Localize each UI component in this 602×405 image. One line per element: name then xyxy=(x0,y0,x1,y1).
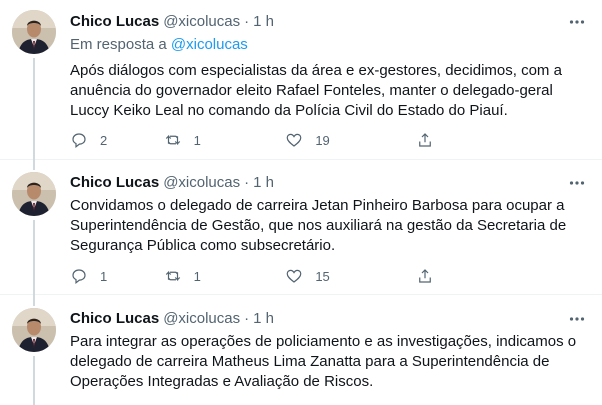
more-dots-icon[interactable] xyxy=(566,308,588,330)
retweet-count: 1 xyxy=(193,132,201,148)
share-button[interactable] xyxy=(416,266,510,286)
tweet-2[interactable]: Chico Lucas @xicolucas · 1 h Convidamos … xyxy=(0,160,602,295)
reply-handle-link[interactable]: @xicolucas xyxy=(171,36,248,53)
share-button[interactable] xyxy=(416,130,510,150)
tweet-header: Chico Lucas @xicolucas · 1 h xyxy=(70,308,588,330)
user-handle[interactable]: @xicolucas xyxy=(163,11,240,33)
thread-line xyxy=(33,160,35,170)
display-name[interactable]: Chico Lucas xyxy=(70,308,159,330)
retweet-icon xyxy=(165,270,180,282)
timestamp[interactable]: 1 h xyxy=(253,308,274,330)
retweet-button[interactable]: 1 xyxy=(164,130,286,150)
tweet-actions: 2 1 19 xyxy=(70,130,510,150)
like-count: 19 xyxy=(315,132,330,148)
reply-count: 2 xyxy=(100,132,108,148)
reply-context: Em resposta a @xicolucas xyxy=(70,35,588,55)
tweet-3[interactable]: Chico Lucas @xicolucas · 1 h Para integr… xyxy=(0,295,602,405)
retweet-button[interactable]: 1 xyxy=(164,266,286,286)
reply-button[interactable]: 2 xyxy=(70,130,164,150)
like-count: 15 xyxy=(315,268,330,284)
tweet-text: Após diálogos com especialistas da área … xyxy=(70,62,567,119)
avatar[interactable] xyxy=(12,172,56,216)
timestamp[interactable]: 1 h xyxy=(253,172,274,194)
separator-dot: · xyxy=(244,174,250,191)
heart-icon xyxy=(286,269,302,283)
like-button[interactable]: 19 xyxy=(285,130,416,150)
reply-button[interactable]: 1 xyxy=(70,266,164,286)
tweet-actions: 1 1 15 xyxy=(70,266,510,286)
tweet-1[interactable]: Chico Lucas @xicolucas · 1 h Em resposta… xyxy=(0,0,602,170)
retweet-icon xyxy=(165,134,180,146)
thread-line xyxy=(33,356,35,405)
tweet-header: Chico Lucas @xicolucas · 1 h xyxy=(70,11,588,33)
tweet-header: Chico Lucas @xicolucas · 1 h xyxy=(70,172,588,194)
tweet-text: Para integrar as operações de policiamen… xyxy=(70,333,581,390)
thread-line xyxy=(33,220,35,295)
display-name[interactable]: Chico Lucas xyxy=(70,11,159,33)
reply-bubble-icon xyxy=(72,269,86,284)
timestamp[interactable]: 1 h xyxy=(253,11,274,33)
user-handle[interactable]: @xicolucas xyxy=(163,172,240,194)
avatar[interactable] xyxy=(12,308,56,352)
thread-line xyxy=(33,58,35,170)
reply-prefix: Em resposta a xyxy=(70,36,171,53)
reply-count: 1 xyxy=(100,268,108,284)
retweet-count: 1 xyxy=(193,268,201,284)
separator-dot: · xyxy=(244,13,250,30)
like-button[interactable]: 15 xyxy=(285,266,416,286)
more-dots-icon[interactable] xyxy=(566,11,588,33)
thread-line xyxy=(33,295,35,306)
more-dots-icon[interactable] xyxy=(566,172,588,194)
heart-icon xyxy=(286,133,302,147)
separator-dot: · xyxy=(244,310,250,327)
reply-bubble-icon xyxy=(72,133,86,148)
share-upload-icon xyxy=(419,133,432,147)
tweet-text: Convidamos o delegado de carreira Jetan … xyxy=(70,197,571,254)
share-upload-icon xyxy=(419,269,432,283)
user-handle[interactable]: @xicolucas xyxy=(163,308,240,330)
display-name[interactable]: Chico Lucas xyxy=(70,172,159,194)
avatar[interactable] xyxy=(12,10,56,54)
